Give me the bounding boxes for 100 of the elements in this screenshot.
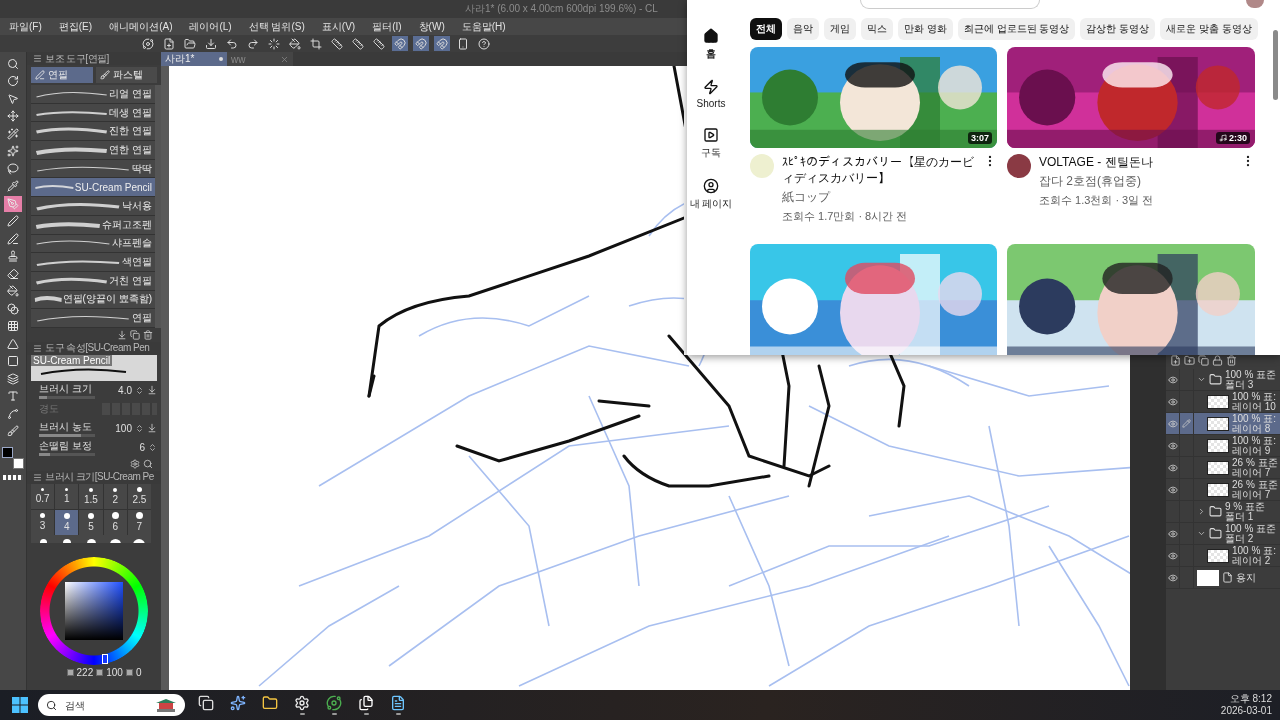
settings-icon[interactable] [130, 458, 140, 469]
layer-row[interactable]: 100 % 표: 레이어 10 [1166, 391, 1280, 413]
pressure-icon[interactable] [147, 423, 157, 434]
menu-item[interactable]: 파일(F) [9, 19, 42, 34]
tool-button[interactable] [4, 336, 22, 352]
eye-icon[interactable] [1167, 484, 1178, 495]
tool-button[interactable] [4, 231, 22, 247]
nav-item[interactable]: 홈 [701, 26, 721, 63]
menu-item[interactable]: 표시(V) [321, 19, 356, 34]
brush-item[interactable]: SU-Cream Pencil [31, 178, 155, 198]
duplicate-icon[interactable] [130, 329, 140, 340]
transparent-swatch[interactable] [3, 475, 23, 480]
toolbar-button[interactable] [140, 36, 156, 51]
brush-size-option[interactable]: 6 [103, 509, 127, 535]
menu-item[interactable]: 편집(E) [58, 19, 93, 34]
subtool-tab[interactable]: 연필 [31, 67, 93, 83]
search-icon[interactable] [143, 458, 153, 469]
eye-icon[interactable] [1167, 572, 1178, 583]
brush-item[interactable]: 진한 연필 [31, 122, 155, 142]
brush-item[interactable]: 리얼 연필 [31, 85, 155, 104]
layer-row[interactable]: 100 % 표: 레이어 8 [1166, 413, 1280, 435]
menu-icon[interactable] [33, 54, 42, 63]
filter-chip[interactable]: 최근에 업로드된 동영상 [957, 18, 1076, 40]
brush-size-option[interactable]: 2.5 [127, 483, 151, 509]
toolbar-button[interactable] [224, 36, 240, 51]
toolbar-button[interactable] [182, 36, 198, 51]
brush-item[interactable]: 연한 연필 [31, 141, 155, 160]
spinner-icon[interactable] [148, 442, 157, 452]
layer-row[interactable]: 100 % 표: 레이어 2 [1166, 545, 1280, 567]
spinner-icon[interactable] [135, 423, 144, 433]
layer-row[interactable]: 100 % 표: 레이어 9 [1166, 435, 1280, 457]
avatar[interactable] [1246, 0, 1264, 8]
toolbar-button[interactable] [350, 36, 366, 51]
filter-chip[interactable]: 게임 [824, 18, 856, 40]
new-folder-icon[interactable] [1184, 355, 1195, 366]
brush-size-option[interactable]: 5 [79, 509, 103, 535]
nav-item[interactable]: 내 페이지 [687, 176, 735, 213]
nav-item[interactable]: 구독 [699, 125, 723, 162]
background-swatch[interactable] [13, 458, 24, 469]
brush-size-option[interactable]: 0.7 [31, 483, 55, 509]
toolbar-button[interactable] [329, 36, 345, 51]
menu-icon[interactable] [33, 343, 42, 353]
windows-logo-icon[interactable] [12, 697, 28, 713]
channel-avatar[interactable] [1007, 154, 1031, 178]
trash-icon[interactable] [1226, 355, 1237, 366]
channel-name[interactable]: 잡다 2호점(휴업중) [1039, 173, 1233, 190]
brush-size-option[interactable]: 4 [55, 509, 79, 535]
chevron-down-icon[interactable] [1197, 375, 1206, 384]
tool-button[interactable] [4, 301, 22, 317]
toolbar-button[interactable] [161, 36, 177, 51]
filter-chip[interactable]: 감상한 동영상 [1080, 18, 1156, 40]
property-value[interactable]: 100 [115, 422, 132, 434]
video-title[interactable]: ｽﾋﾟｷのディスカバリー【星のカービィディスカバリー】 [782, 154, 975, 186]
toolbar-button[interactable] [476, 36, 492, 51]
chevron-right-icon[interactable] [1197, 507, 1206, 516]
tool-button[interactable] [4, 161, 22, 177]
filter-chip[interactable]: 전체 [750, 18, 782, 40]
document-tab[interactable]: 사라1* [161, 52, 227, 66]
menu-item[interactable]: 필터(I) [372, 19, 402, 34]
copy-icon[interactable] [1198, 355, 1209, 366]
menu-item[interactable]: 애니메이션(A) [109, 19, 173, 34]
brush-size-option[interactable]: 2 [103, 483, 127, 509]
menu-item[interactable]: 창(W) [418, 19, 445, 34]
color-square[interactable] [65, 582, 123, 641]
brush-size-option[interactable]: 1 [55, 483, 79, 509]
tool-button[interactable] [4, 213, 22, 229]
filter-chip[interactable]: 만화 영화 [898, 18, 953, 40]
menu-icon[interactable] [33, 472, 42, 482]
toolbar-button[interactable] [203, 36, 219, 51]
filter-chip[interactable]: 새로운 맞춤 동영상 [1160, 18, 1258, 40]
brush-item[interactable]: 연필 [31, 309, 155, 328]
filter-chip[interactable]: 음악 [787, 18, 819, 40]
eye-icon[interactable] [1167, 418, 1178, 429]
layer-row[interactable]: 26 % 표준 레이어 7 [1166, 457, 1280, 479]
subtool-tab[interactable]: 파스텔 [95, 67, 157, 83]
menu-item[interactable]: 도움말(H) [461, 19, 506, 34]
scrollbar-thumb[interactable] [1273, 30, 1278, 100]
brush-item[interactable]: 색연필 [31, 253, 155, 272]
tool-button[interactable] [4, 371, 22, 387]
toolbar-button[interactable] [371, 36, 387, 51]
menu-item[interactable]: 선택 범위(S) [248, 19, 305, 34]
search-field[interactable]: 검색 [63, 698, 133, 712]
layer-row[interactable]: 9 % 표준 폴더 1 [1166, 501, 1280, 523]
eye-icon[interactable] [1167, 462, 1178, 473]
tool-button[interactable] [4, 126, 22, 142]
video-title[interactable]: VOLTAGE - 젠틸돈나 [1039, 154, 1233, 170]
tool-button[interactable] [4, 266, 22, 282]
toolbar-button[interactable] [266, 36, 282, 51]
filter-chip[interactable]: 믹스 [861, 18, 893, 40]
channel-name[interactable]: 紙コップ [782, 189, 975, 206]
eye-icon[interactable] [1167, 396, 1178, 407]
hue-handle[interactable] [102, 654, 108, 665]
tool-button[interactable] [4, 283, 22, 299]
tool-button[interactable] [4, 423, 22, 439]
new-layer-icon[interactable] [1170, 355, 1181, 366]
search-bar[interactable]: 검색 [38, 694, 185, 716]
layer-row[interactable]: 100 % 표준 폴더 3 [1166, 369, 1280, 391]
toolbar-button[interactable] [245, 36, 261, 51]
layer-row[interactable]: 26 % 표준 레이어 7 [1166, 479, 1280, 501]
pressure-icon[interactable] [147, 385, 157, 396]
